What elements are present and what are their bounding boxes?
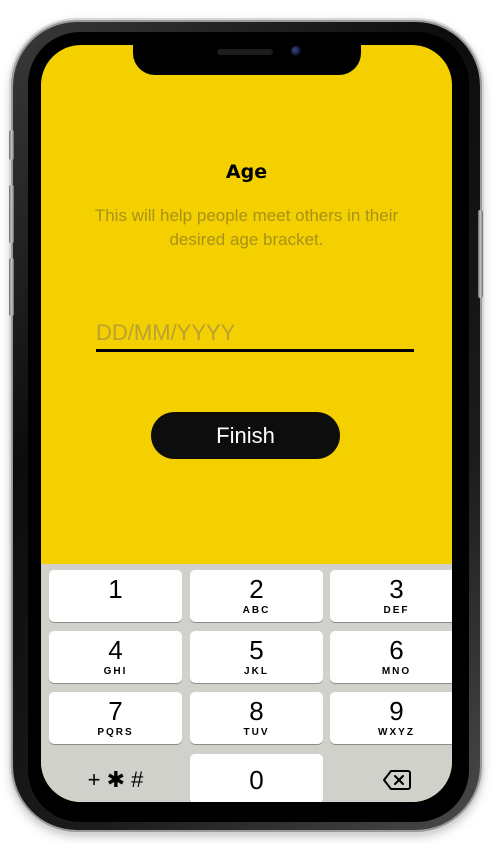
speaker-grille: [217, 49, 273, 55]
key-letters: PQRS: [97, 727, 134, 738]
volume-up-button: [9, 185, 14, 243]
key-letters: JKL: [244, 666, 269, 677]
finish-button[interactable]: Finish: [151, 412, 340, 459]
front-camera-icon: [291, 46, 301, 56]
page-title: Age: [225, 161, 268, 183]
key-letters: DEF: [383, 605, 410, 616]
key-number: 9: [389, 696, 404, 726]
key-number: 8: [249, 696, 264, 726]
key-letters: WXYZ: [378, 727, 415, 738]
phone-screen: Age This will help people meet others in…: [41, 45, 452, 802]
backspace-key[interactable]: [330, 754, 452, 802]
key-3[interactable]: 3 DEF: [330, 570, 452, 622]
device-mockup: Age This will help people meet others in…: [0, 0, 499, 844]
key-number: 1: [108, 574, 123, 604]
page-subtitle: This will help people meet others in the…: [94, 206, 399, 249]
key-9[interactable]: 9 WXYZ: [330, 692, 452, 744]
age-form: Age This will help people meet others in…: [41, 45, 452, 565]
key-letters: MNO: [381, 666, 412, 677]
notch: [133, 45, 361, 75]
key-4[interactable]: 4 GHI: [49, 631, 182, 683]
key-6[interactable]: 6 MNO: [330, 631, 452, 683]
key-letters: TUV: [243, 727, 270, 738]
birthdate-input[interactable]: [96, 317, 414, 352]
key-number: 3: [389, 574, 404, 604]
key-number: 6: [389, 635, 404, 665]
key-7[interactable]: 7 PQRS: [49, 692, 182, 744]
key-5[interactable]: 5 JKL: [190, 631, 323, 683]
power-button: [478, 210, 483, 298]
silent-switch: [9, 130, 14, 160]
key-letters: GHI: [103, 666, 128, 677]
backspace-icon: [382, 770, 411, 790]
key-2[interactable]: 2 ABC: [190, 570, 323, 622]
key-number: 2: [249, 574, 264, 604]
symbols-key[interactable]: + ✱ #: [49, 754, 182, 802]
symbols-label: + ✱ #: [87, 767, 144, 792]
volume-down-button: [9, 258, 14, 316]
key-1[interactable]: 1: [49, 570, 182, 622]
key-letters: ABC: [242, 605, 271, 616]
key-number: 0: [249, 765, 264, 795]
key-number: 4: [108, 635, 123, 665]
key-number: 7: [108, 696, 123, 726]
numeric-keypad: 1 2 ABC 3 DEF 4 GHI 5 JKL 6 MNO 7 PQRS 8…: [41, 564, 452, 802]
key-8[interactable]: 8 TUV: [190, 692, 323, 744]
key-0[interactable]: 0: [190, 754, 323, 802]
key-number: 5: [249, 635, 264, 665]
